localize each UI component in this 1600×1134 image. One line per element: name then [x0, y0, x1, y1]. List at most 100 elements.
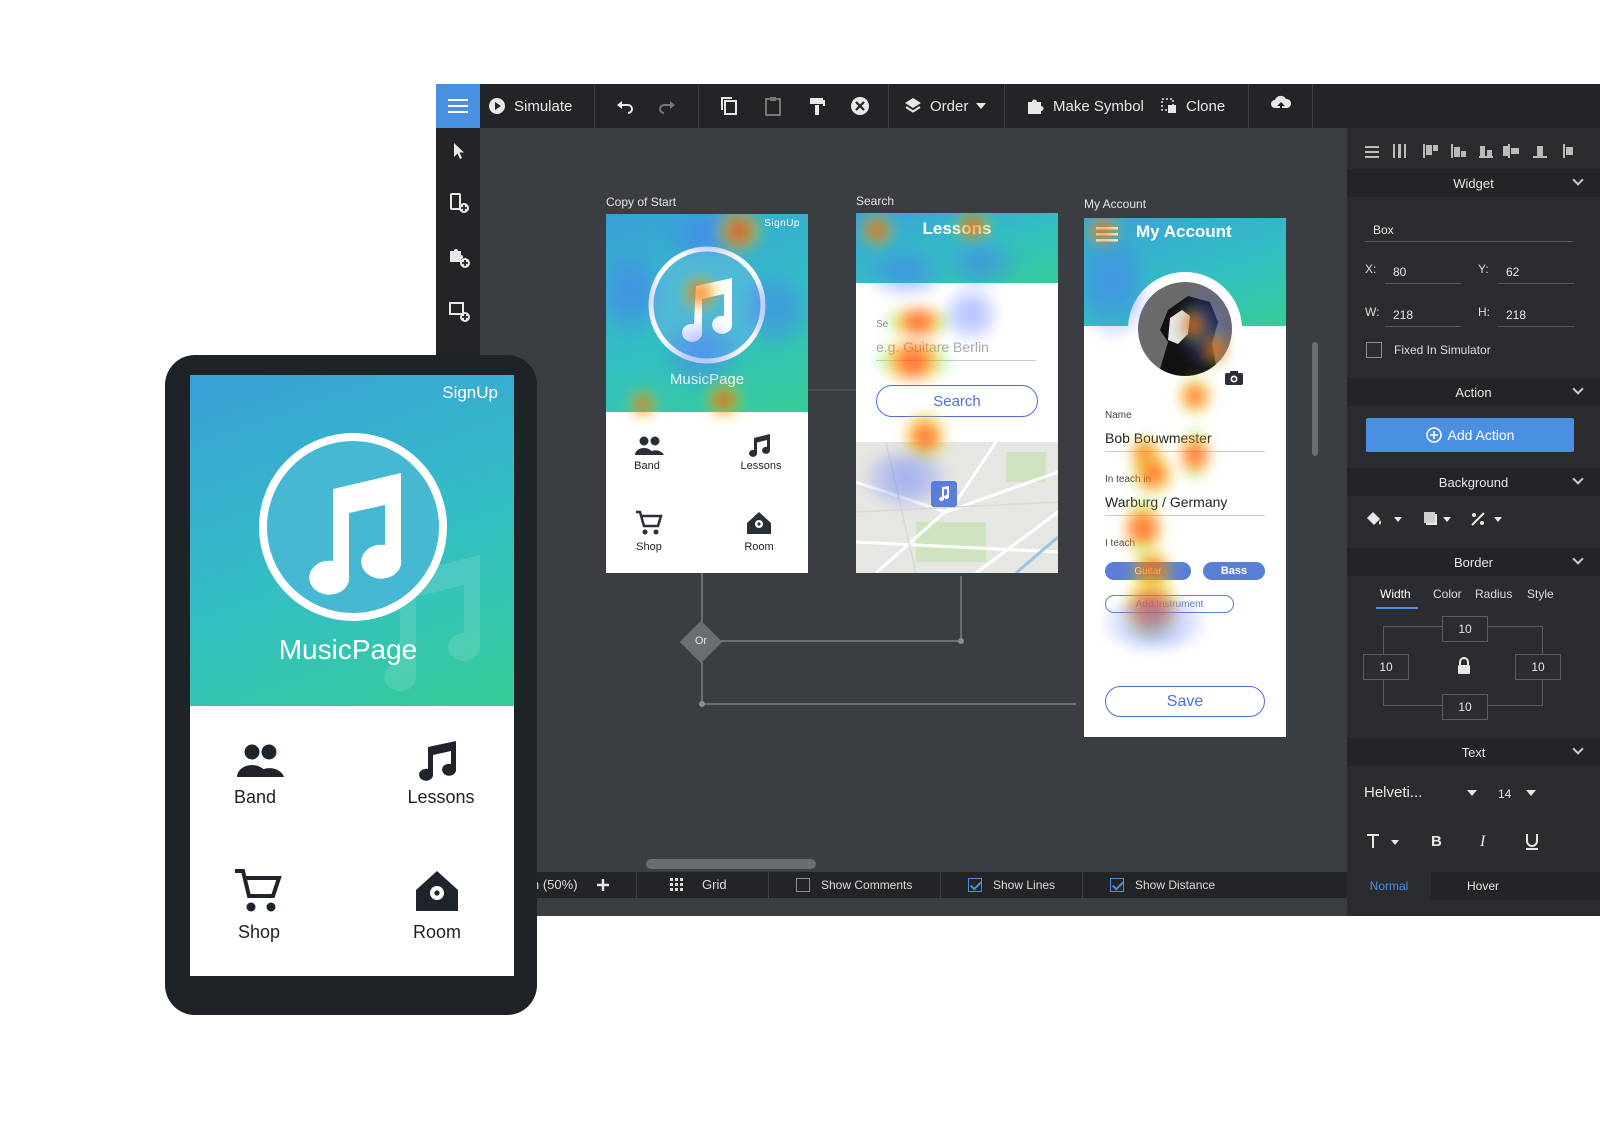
- x-label: X:: [1365, 262, 1377, 276]
- caret-down-icon[interactable]: [1467, 790, 1477, 796]
- screen1-shop-icon[interactable]: [635, 510, 663, 536]
- border-right-field[interactable]: 10: [1515, 654, 1561, 680]
- underline-icon[interactable]: [1524, 832, 1540, 850]
- screen1-lessons-label: Lessons: [740, 460, 782, 472]
- w-field[interactable]: 218: [1385, 297, 1461, 327]
- screen3-tag-add-instrument[interactable]: Add Instrument: [1105, 595, 1234, 613]
- chevron-down-icon: [1572, 743, 1584, 755]
- screen3-teach-in-field[interactable]: Warburg / Germany: [1105, 494, 1265, 516]
- background-section-header[interactable]: Background: [1347, 468, 1600, 496]
- chevron-down-icon: [1572, 553, 1584, 565]
- border-tab-radius[interactable]: Radius: [1475, 587, 1512, 601]
- screen1-lessons-icon[interactable]: [746, 433, 772, 457]
- bold-icon[interactable]: B: [1429, 832, 1445, 850]
- border-left-field[interactable]: 10: [1363, 654, 1409, 680]
- text-type-icon[interactable]: [1365, 832, 1405, 850]
- screen2-search-label: Se: [876, 319, 889, 330]
- shop-label: Shop: [237, 922, 281, 942]
- canvas-vertical-scrollbar[interactable]: [1312, 342, 1318, 456]
- show-lines-checkbox[interactable]: [968, 878, 982, 892]
- chevron-down-icon: [1572, 473, 1584, 485]
- lock-icon[interactable]: [1456, 657, 1472, 675]
- italic-icon[interactable]: I: [1477, 832, 1493, 850]
- grid-icon[interactable]: [670, 878, 684, 892]
- screen3-menu-icon[interactable]: [1096, 226, 1118, 242]
- action-section-header[interactable]: Action: [1347, 378, 1600, 406]
- tablet-signup-link[interactable]: SignUp: [442, 383, 498, 403]
- screen3-header-title: My Account: [1136, 222, 1232, 241]
- screen2-map[interactable]: [856, 442, 1058, 573]
- screen-copy-of-start[interactable]: SignUp MusicPage Band Lessons Shop Room: [606, 214, 808, 573]
- screen1-room-icon[interactable]: [746, 511, 772, 535]
- add-action-label: Add Action: [1447, 427, 1515, 443]
- state-tab-normal[interactable]: Normal: [1347, 872, 1431, 900]
- camera-icon[interactable]: [1224, 370, 1244, 386]
- widget-section-header[interactable]: Widget: [1347, 169, 1600, 197]
- text-header-label: Text: [1461, 744, 1486, 760]
- tablet-title: MusicPage: [278, 634, 418, 665]
- widget-name-field[interactable]: Box: [1365, 212, 1573, 242]
- canvas-horizontal-scrollbar[interactable]: [646, 859, 816, 869]
- lessons-icon[interactable]: [414, 739, 460, 781]
- state-tab-hover[interactable]: Hover: [1431, 872, 1600, 900]
- screen3-name-field[interactable]: Bob Bouwmester: [1105, 430, 1265, 452]
- shadow-icon[interactable]: [1423, 510, 1465, 528]
- screen2-search-button[interactable]: Search: [876, 385, 1038, 417]
- border-section-header[interactable]: Border: [1347, 548, 1600, 576]
- band-label: Band: [233, 787, 277, 807]
- screen-label-copy-of-start: Copy of Start: [606, 195, 677, 209]
- fixed-in-simulator-label: Fixed In Simulator: [1394, 343, 1491, 357]
- screen-my-account[interactable]: My Account Name Bob Bouwmester In teach …: [1084, 218, 1286, 737]
- font-size-select[interactable]: 14: [1498, 787, 1511, 801]
- room-icon[interactable]: [415, 870, 459, 912]
- show-lines-label: Show Lines: [993, 878, 1056, 892]
- grid-label[interactable]: Grid: [702, 877, 727, 892]
- svg-text:B: B: [1431, 833, 1442, 850]
- x-field[interactable]: 80: [1385, 254, 1461, 284]
- screen1-band-icon[interactable]: [633, 436, 665, 456]
- screen3-avatar[interactable]: [1138, 282, 1232, 376]
- border-tab-color[interactable]: Color: [1433, 587, 1462, 601]
- y-field[interactable]: 62: [1498, 254, 1574, 284]
- border-tab-width[interactable]: Width: [1380, 587, 1411, 601]
- screen3-save-button[interactable]: Save: [1105, 686, 1265, 717]
- widget-header-label: Widget: [1453, 175, 1494, 191]
- screen2-search-input[interactable]: e.g. Guitare Berlin: [876, 339, 1036, 361]
- fixed-in-simulator-checkbox[interactable]: [1366, 342, 1382, 358]
- opacity-icon[interactable]: [1469, 510, 1511, 528]
- screen1-music-logo-icon: [648, 246, 766, 364]
- svg-text:I: I: [1479, 833, 1486, 850]
- screen3-tag-bass[interactable]: Bass: [1203, 562, 1265, 580]
- show-distance-label: Show Distance: [1135, 878, 1216, 892]
- add-action-button[interactable]: Add Action: [1366, 418, 1574, 452]
- zoom-in-icon[interactable]: [596, 878, 610, 892]
- band-icon[interactable]: [235, 744, 285, 778]
- screen2-header-title: Lessons: [922, 219, 992, 238]
- border-tab-style[interactable]: Style: [1527, 587, 1554, 601]
- screen1-shop-label: Shop: [636, 541, 662, 553]
- border-header-label: Border: [1453, 554, 1494, 570]
- background-header-label: Background: [1438, 474, 1509, 490]
- screen1-signup[interactable]: SignUp: [764, 218, 800, 229]
- chevron-down-icon: [1572, 174, 1584, 186]
- border-top-field[interactable]: 10: [1442, 616, 1488, 642]
- font-family-select[interactable]: Helveti...: [1364, 784, 1422, 801]
- plus-circle-icon: [1425, 427, 1442, 443]
- screen-search[interactable]: Lessons Se e.g. Guitare Berlin Search: [856, 213, 1058, 573]
- show-comments-checkbox[interactable]: [796, 878, 810, 892]
- caret-down-icon[interactable]: [1526, 790, 1536, 796]
- action-header-label: Action: [1455, 384, 1492, 400]
- show-comments-label: Show Comments: [821, 878, 913, 892]
- border-bottom-field[interactable]: 10: [1442, 694, 1488, 720]
- show-distance-checkbox[interactable]: [1110, 878, 1124, 892]
- alignment-icons[interactable]: [1363, 142, 1583, 160]
- y-label: Y:: [1478, 262, 1489, 276]
- shop-cart-icon[interactable]: [234, 868, 282, 914]
- fill-color-icon[interactable]: [1365, 510, 1407, 528]
- tablet-screen: SignUp MusicPage Band Lessons Shop Room: [190, 375, 514, 976]
- text-section-header[interactable]: Text: [1347, 738, 1600, 766]
- screen3-tag-guitar[interactable]: Guitar: [1105, 562, 1191, 580]
- tablet-device: SignUp MusicPage Band Lessons Shop Room: [165, 355, 537, 1015]
- h-field[interactable]: 218: [1498, 297, 1574, 327]
- screen-label-my-account: My Account: [1084, 197, 1147, 211]
